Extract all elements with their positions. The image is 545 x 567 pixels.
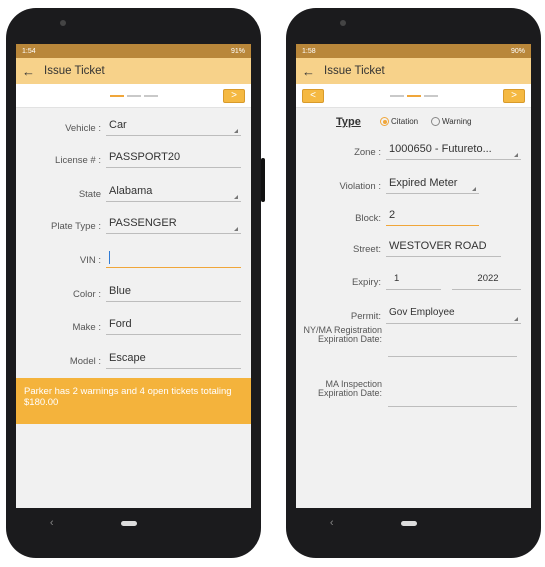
expiry-row: Expiry: 1 2022 <box>296 268 531 298</box>
side-button <box>261 158 265 202</box>
model-input[interactable]: Escape <box>106 349 241 369</box>
system-nav-bar: ‹ <box>296 508 531 538</box>
permit-select[interactable]: Gov Employee <box>386 304 521 324</box>
nav-back-icon[interactable]: ‹ <box>50 517 54 529</box>
color-label: Color : <box>73 289 101 300</box>
type-label: Type <box>336 116 361 128</box>
plate-type-select[interactable]: PASSENGER <box>106 214 241 234</box>
state-select[interactable]: Alabama <box>106 182 241 202</box>
vehicle-label: Vehicle : <box>65 123 101 134</box>
plate-type-row: Plate Type : PASSENGER <box>16 212 251 242</box>
expiry-label: Expiry: <box>351 277 381 288</box>
street-row: Street: WESTOVER ROAD <box>296 235 531 265</box>
dropdown-arrow-icon <box>514 317 518 321</box>
step-indicator <box>389 95 438 97</box>
prev-step-button[interactable]: < <box>302 89 324 103</box>
make-row: Make : Ford <box>16 313 251 343</box>
license-input[interactable]: PASSPORT20 <box>106 148 241 168</box>
block-input[interactable]: 2 <box>386 206 479 226</box>
text-caret <box>109 251 110 264</box>
back-arrow-icon[interactable]: ← <box>302 64 324 79</box>
street-label: Street: <box>353 244 381 255</box>
model-row: Model : Escape <box>16 347 251 377</box>
citation-radio[interactable]: Citation <box>380 117 418 126</box>
phone-left: 1:54 91% ← Issue Ticket > Vehicle : Car … <box>6 8 265 558</box>
zone-select[interactable]: 1000650 - Futureto... <box>386 140 521 160</box>
status-time: 1:54 <box>22 47 36 55</box>
nyma-expiration-input[interactable] <box>388 356 517 357</box>
radio-selected-icon <box>380 117 389 126</box>
make-input[interactable]: Ford <box>106 315 241 335</box>
page-title: Issue Ticket <box>44 65 105 77</box>
zone-label: Zone : <box>354 147 381 158</box>
state-label: State <box>78 189 101 200</box>
ma-inspection-input[interactable] <box>388 406 517 407</box>
status-time: 1:58 <box>302 47 316 55</box>
dropdown-arrow-icon <box>514 153 518 157</box>
make-label: Make : <box>72 322 101 333</box>
vin-row: VIN : <box>16 246 251 276</box>
nav-back-icon[interactable]: ‹ <box>330 517 334 529</box>
status-bar: 1:58 90% <box>296 44 531 58</box>
vin-input[interactable] <box>106 248 241 268</box>
permit-label: Permit: <box>350 311 381 322</box>
license-row: License # : PASSPORT20 <box>16 146 251 176</box>
warning-banner: Parker has 2 warnings and 4 open tickets… <box>16 378 251 424</box>
violation-select[interactable]: Expired Meter <box>386 174 479 194</box>
status-battery: 90% <box>510 47 525 55</box>
status-bar: 1:54 91% <box>16 44 251 58</box>
type-row: Type Citation Warning <box>296 114 531 132</box>
vehicle-row: Vehicle : Car <box>16 114 251 144</box>
back-arrow-icon[interactable]: ← <box>22 64 44 79</box>
camera <box>60 20 66 26</box>
vehicle-form: Vehicle : Car License # : PASSPORT20 Sta… <box>16 108 251 498</box>
next-step-button[interactable]: > <box>503 89 525 103</box>
radio-unselected-icon <box>431 117 440 126</box>
screen: 1:54 91% ← Issue Ticket > Vehicle : Car … <box>16 44 251 508</box>
block-label: Block: <box>355 213 381 224</box>
dropdown-arrow-icon <box>234 195 238 199</box>
page-title: Issue Ticket <box>324 65 385 77</box>
color-input[interactable]: Blue <box>106 282 241 302</box>
warning-radio[interactable]: Warning <box>431 117 472 126</box>
license-label: License # : <box>55 155 101 166</box>
step-pager: > <box>16 84 251 108</box>
zone-row: Zone : 1000650 - Futureto... <box>296 138 531 168</box>
block-row: Block: 2 <box>296 204 531 234</box>
nav-home-icon[interactable] <box>121 520 138 526</box>
expiry-year-input[interactable]: 2022 <box>452 270 521 290</box>
plate-type-label: Plate Type : <box>51 221 101 232</box>
street-input[interactable]: WESTOVER ROAD <box>386 237 501 257</box>
nyma-expiration-label: NY/MA Registration Expiration Date: <box>303 325 382 344</box>
dropdown-arrow-icon <box>234 129 238 133</box>
model-label: Model : <box>69 356 101 367</box>
camera <box>340 20 346 26</box>
vehicle-select[interactable]: Car <box>106 116 241 136</box>
vin-label: VIN : <box>79 255 101 266</box>
expiry-month-input[interactable]: 1 <box>386 270 441 290</box>
status-battery: 91% <box>230 47 245 55</box>
color-row: Color : Blue <box>16 280 251 310</box>
step-indicator <box>109 95 158 97</box>
violation-row: Violation : Expired Meter <box>296 172 531 202</box>
screen: 1:58 90% ← Issue Ticket < > Type Citatio… <box>296 44 531 508</box>
violation-form: Type Citation Warning Zone : 1000650 - F… <box>296 108 531 498</box>
dropdown-arrow-icon <box>234 227 238 231</box>
phone-right: 1:58 90% ← Issue Ticket < > Type Citatio… <box>286 8 541 558</box>
next-step-button[interactable]: > <box>223 89 245 103</box>
dropdown-arrow-icon <box>472 187 476 191</box>
app-bar: ← Issue Ticket <box>16 58 251 84</box>
app-bar: ← Issue Ticket <box>296 58 531 84</box>
step-pager: < > <box>296 84 531 108</box>
nav-home-icon[interactable] <box>401 520 418 526</box>
violation-label: Violation : <box>339 181 381 192</box>
state-row: State Alabama <box>16 180 251 210</box>
ma-inspection-label: MA Inspection Expiration Date: <box>317 379 382 398</box>
system-nav-bar: ‹ <box>16 508 251 538</box>
